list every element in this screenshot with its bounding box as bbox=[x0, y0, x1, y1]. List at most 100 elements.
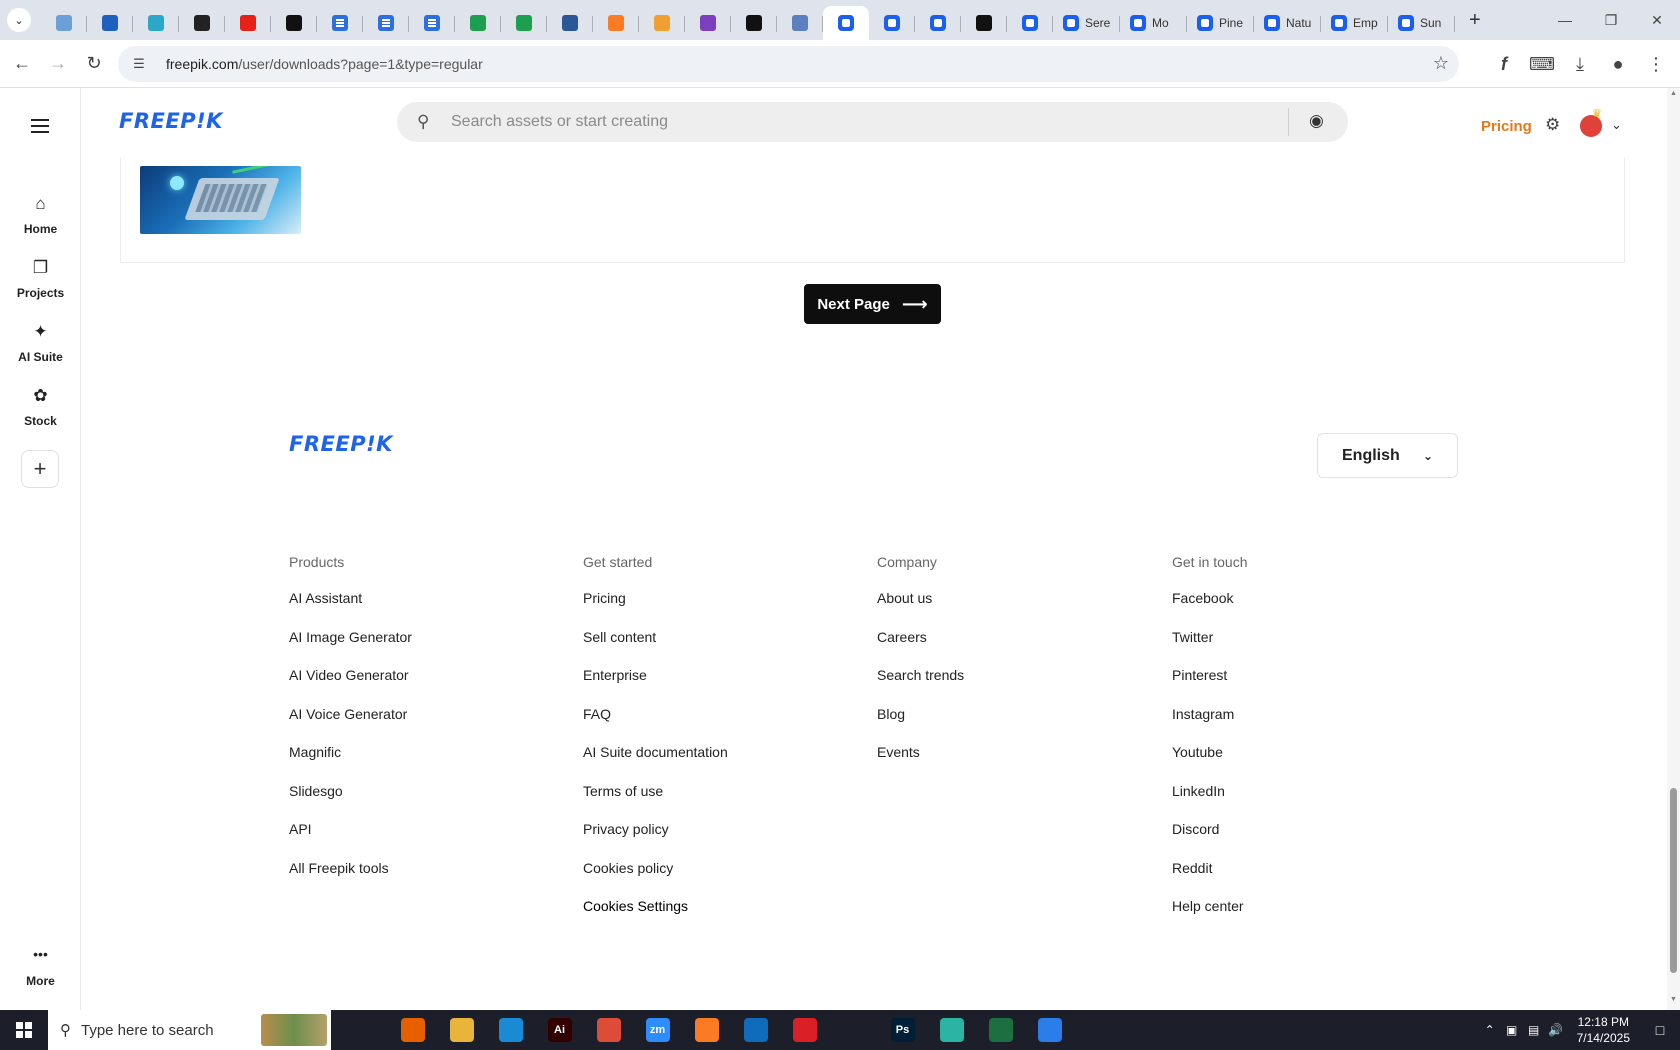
sidebar-item-stock[interactable]: ✿ Stock bbox=[0, 386, 81, 428]
footer-link[interactable]: Instagram bbox=[1172, 706, 1248, 745]
browser-tab[interactable] bbox=[179, 6, 225, 40]
url-text[interactable]: freepik.com/user/downloads?page=1&type=r… bbox=[166, 56, 483, 72]
footer-link[interactable]: LinkedIn bbox=[1172, 783, 1248, 822]
footer-link[interactable]: Youtube bbox=[1172, 744, 1248, 783]
footer-link[interactable]: Events bbox=[877, 744, 964, 783]
volume-icon[interactable]: 🔊 bbox=[1545, 1023, 1567, 1037]
download-thumbnail[interactable] bbox=[140, 166, 301, 234]
start-button[interactable] bbox=[0, 1010, 48, 1050]
taskbar-app[interactable] bbox=[339, 1010, 388, 1050]
taskbar-app[interactable]: Ps bbox=[878, 1010, 927, 1050]
camera-icon[interactable]: ◉ bbox=[1309, 111, 1324, 131]
restore-icon[interactable]: ❐ bbox=[1588, 0, 1634, 40]
taskbar-app[interactable] bbox=[976, 1010, 1025, 1050]
footer-link[interactable]: AI Video Generator bbox=[289, 667, 412, 706]
network-icon[interactable]: ▤ bbox=[1523, 1023, 1545, 1037]
footer-link[interactable]: Sell content bbox=[583, 629, 728, 668]
browser-tab[interactable]: Sun bbox=[1388, 6, 1455, 40]
page-scrollbar[interactable]: ▲ ▼ bbox=[1667, 88, 1680, 1010]
profile-avatar-icon[interactable]: ● bbox=[1600, 46, 1636, 82]
footer-link[interactable]: Careers bbox=[877, 629, 964, 668]
create-plus-button[interactable]: + bbox=[21, 450, 59, 488]
chevron-up-icon[interactable]: ⌃ bbox=[1479, 1023, 1501, 1037]
taskbar-app[interactable] bbox=[486, 1010, 535, 1050]
browser-tab[interactable] bbox=[547, 6, 593, 40]
footer-link[interactable]: Facebook bbox=[1172, 590, 1248, 629]
browser-tab[interactable] bbox=[869, 6, 915, 40]
browser-tab[interactable] bbox=[1007, 6, 1053, 40]
scroll-down-icon[interactable]: ▼ bbox=[1670, 996, 1677, 1003]
browser-tab[interactable] bbox=[133, 6, 179, 40]
browser-tab[interactable] bbox=[777, 6, 823, 40]
browser-tab[interactable]: Pine bbox=[1187, 6, 1254, 40]
minimize-icon[interactable]: — bbox=[1542, 0, 1588, 40]
download-icon[interactable]: ⤓ bbox=[1562, 46, 1598, 82]
search-input[interactable] bbox=[451, 110, 1251, 134]
taskbar-app[interactable] bbox=[927, 1010, 976, 1050]
taskbar-app[interactable]: zm bbox=[633, 1010, 682, 1050]
taskbar-app[interactable] bbox=[584, 1010, 633, 1050]
browser-tab[interactable] bbox=[501, 6, 547, 40]
browser-tab[interactable] bbox=[225, 6, 271, 40]
footer-link[interactable]: Help center bbox=[1172, 898, 1248, 937]
browser-tab[interactable] bbox=[409, 6, 455, 40]
bell-icon[interactable]: ⚙ bbox=[1545, 115, 1560, 135]
sidebar-item-home[interactable]: ⌂ Home bbox=[0, 194, 81, 236]
back-icon[interactable]: ← bbox=[4, 46, 40, 82]
browser-tab[interactable] bbox=[639, 6, 685, 40]
footer-link[interactable]: Pricing bbox=[583, 590, 728, 629]
forward-icon[interactable]: → bbox=[40, 46, 76, 82]
browser-tab[interactable] bbox=[317, 6, 363, 40]
address-bar[interactable]: ☰ freepik.com/user/downloads?page=1&type… bbox=[118, 46, 1459, 82]
footer-link[interactable]: Magnific bbox=[289, 744, 412, 783]
browser-tab[interactable] bbox=[87, 6, 133, 40]
browser-tab[interactable]: Natu bbox=[1254, 6, 1321, 40]
footer-freepik-logo[interactable]: FREEP!K bbox=[289, 432, 393, 456]
bookmark-star-icon[interactable]: ☆ bbox=[1433, 53, 1449, 74]
browser-tab[interactable]: Sere bbox=[1053, 6, 1120, 40]
sidebar-item-more[interactable]: ••• More bbox=[0, 946, 81, 988]
sidebar-item-ai-suite[interactable]: ✦ AI Suite bbox=[0, 322, 81, 364]
chevron-down-icon[interactable]: ⌄ bbox=[1611, 117, 1622, 133]
footer-link[interactable]: AI Assistant bbox=[289, 590, 412, 629]
hamburger-menu-icon[interactable] bbox=[31, 119, 49, 133]
browser-tab[interactable] bbox=[685, 6, 731, 40]
footer-link[interactable]: All Freepik tools bbox=[289, 860, 412, 899]
footer-link[interactable]: FAQ bbox=[583, 706, 728, 745]
browser-tab[interactable] bbox=[731, 6, 777, 40]
footer-link[interactable]: About us bbox=[877, 590, 964, 629]
clock[interactable]: 12:18 PM 7/14/2025 bbox=[1577, 1014, 1630, 1046]
reload-icon[interactable]: ↻ bbox=[76, 46, 112, 82]
scrollbar-thumb[interactable] bbox=[1670, 788, 1677, 973]
taskbar-app[interactable] bbox=[388, 1010, 437, 1050]
footer-link[interactable]: AI Voice Generator bbox=[289, 706, 412, 745]
taskbar-app[interactable]: Ai bbox=[535, 1010, 584, 1050]
sidebar-item-projects[interactable]: ❐ Projects bbox=[0, 258, 81, 300]
browser-tab[interactable] bbox=[915, 6, 961, 40]
taskbar-search[interactable]: ⚲ Type here to search bbox=[48, 1010, 331, 1050]
footer-link[interactable]: Privacy policy bbox=[583, 821, 728, 860]
freepik-logo[interactable]: FREEP!K bbox=[119, 109, 223, 133]
footer-link[interactable]: AI Suite documentation bbox=[583, 744, 728, 783]
footer-link[interactable]: Search trends bbox=[877, 667, 964, 706]
taskbar-app[interactable] bbox=[829, 1010, 878, 1050]
footer-link[interactable]: Terms of use bbox=[583, 783, 728, 822]
taskbar-app[interactable] bbox=[1025, 1010, 1074, 1050]
new-tab-button[interactable]: + bbox=[1469, 9, 1481, 32]
next-page-button[interactable]: Next Page ⟶ bbox=[804, 284, 941, 324]
browser-tab[interactable] bbox=[593, 6, 639, 40]
footer-link[interactable]: Discord bbox=[1172, 821, 1248, 860]
browser-tab[interactable] bbox=[961, 6, 1007, 40]
footer-link[interactable]: Pinterest bbox=[1172, 667, 1248, 706]
tab-search-button[interactable]: ⌄ bbox=[7, 8, 31, 32]
footer-link[interactable]: API bbox=[289, 821, 412, 860]
extensions-puzzle-icon[interactable]: ⌨ bbox=[1524, 46, 1560, 82]
pricing-link[interactable]: Pricing bbox=[1481, 118, 1532, 135]
close-icon[interactable]: ✕ bbox=[1634, 0, 1680, 40]
browser-tab[interactable] bbox=[455, 6, 501, 40]
browser-tab[interactable] bbox=[271, 6, 317, 40]
menu-kebab-icon[interactable]: ⋮ bbox=[1638, 46, 1674, 82]
footer-link[interactable]: Cookies Settings bbox=[583, 898, 728, 937]
footer-link[interactable]: Reddit bbox=[1172, 860, 1248, 899]
notification-icon[interactable]: □ bbox=[1640, 1022, 1680, 1038]
